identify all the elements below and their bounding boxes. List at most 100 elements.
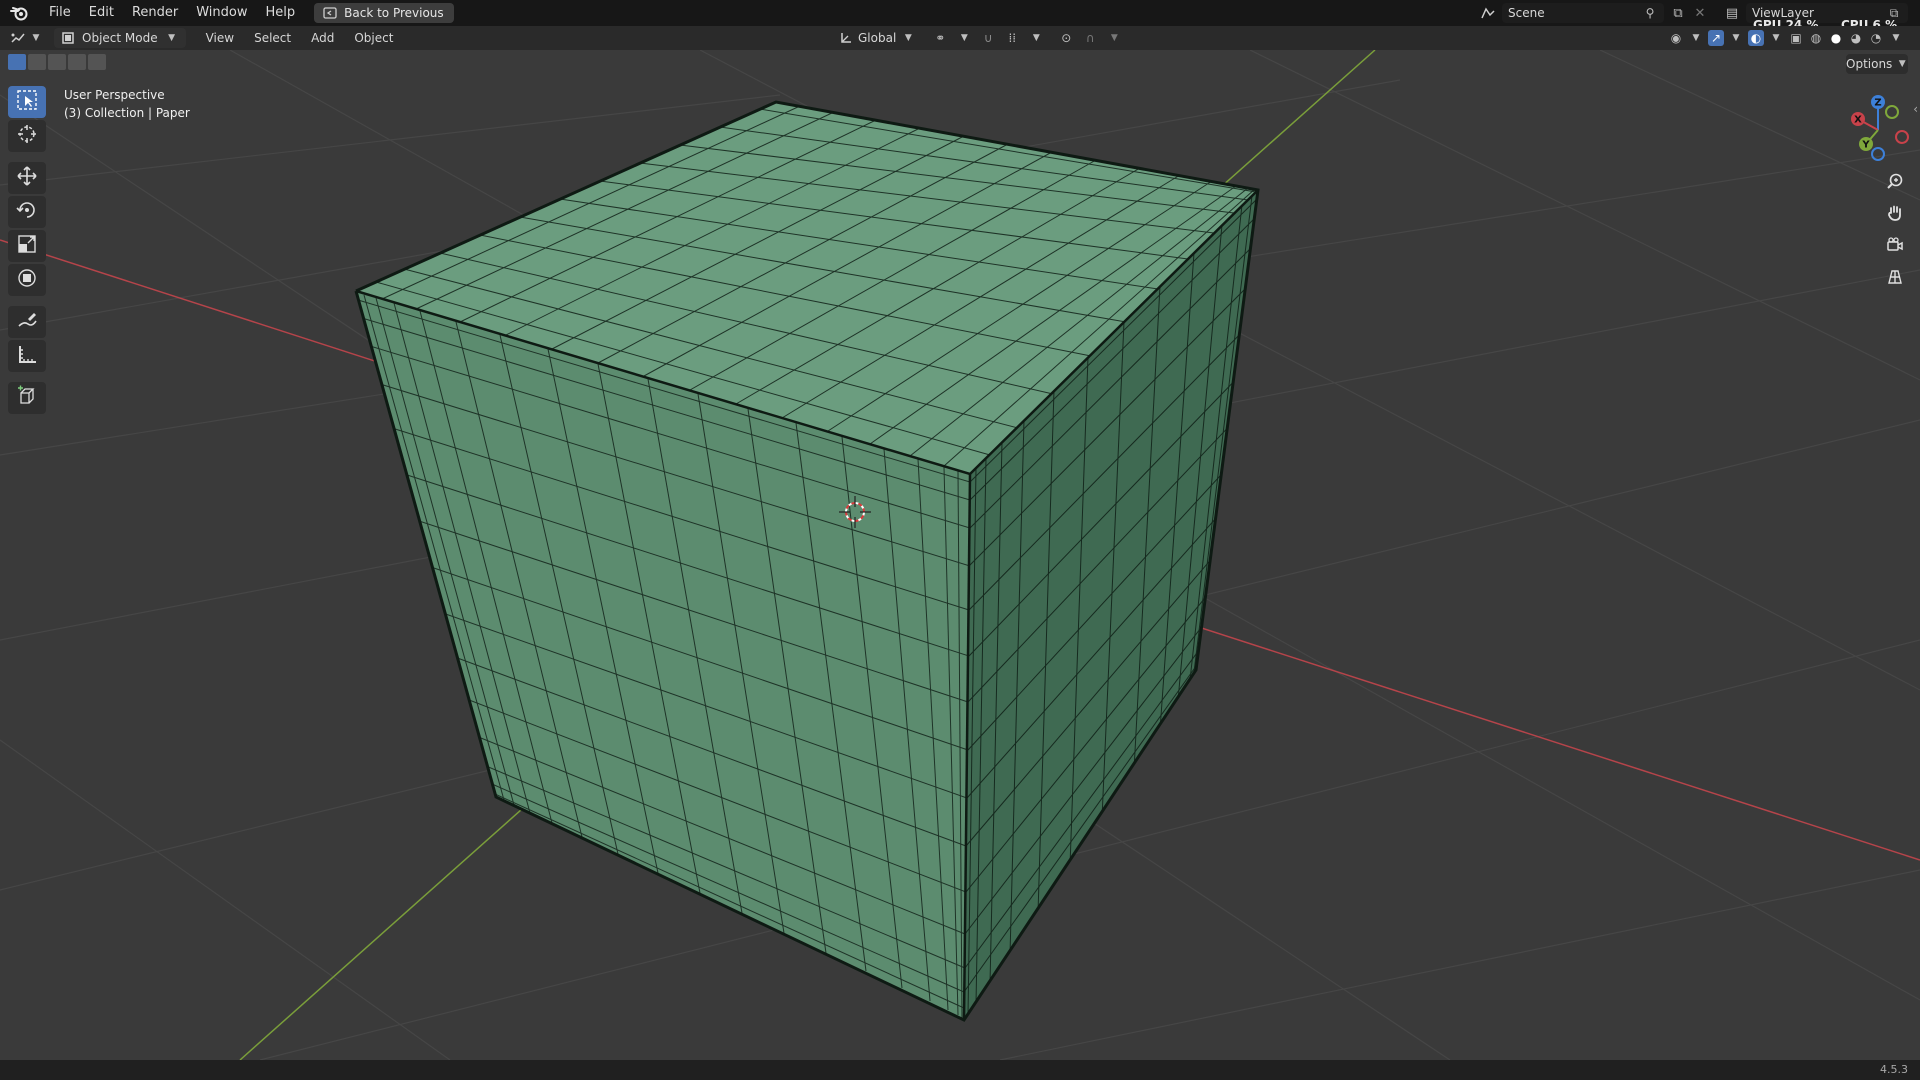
menu-render[interactable]: Render bbox=[123, 0, 187, 26]
x-axis-label: X bbox=[1854, 115, 1862, 126]
viewport-canvas bbox=[0, 50, 1920, 1060]
pivot-point-icon[interactable]: ⚭ bbox=[932, 30, 948, 46]
select-mode-extend-button[interactable] bbox=[28, 54, 46, 70]
selection-mode-buttons bbox=[8, 54, 106, 70]
3d-viewport[interactable] bbox=[0, 50, 1920, 1060]
solid-shading-icon[interactable]: ● bbox=[1828, 30, 1844, 46]
screen-back-icon bbox=[322, 5, 338, 21]
add-cube-icon bbox=[16, 385, 38, 411]
snap-magnet-icon[interactable]: ∪ bbox=[980, 30, 996, 46]
delete-scene-icon[interactable]: ✕ bbox=[1692, 5, 1708, 21]
measure-ruler-icon bbox=[16, 343, 38, 369]
menu-help[interactable]: Help bbox=[257, 0, 305, 26]
chevron-down-icon: ▼ bbox=[1772, 33, 1780, 43]
falloff-curve-icon[interactable]: ∩ bbox=[1082, 30, 1098, 46]
sidebar-expand-arrow-icon[interactable]: ‹ bbox=[1913, 102, 1918, 116]
chevron-down-icon: ▼ bbox=[1032, 33, 1040, 43]
header-menu-object[interactable]: Object bbox=[344, 31, 403, 45]
editor-type-selector[interactable]: ▼ bbox=[10, 30, 44, 46]
gizmo-toggle-icon[interactable]: ↗ bbox=[1708, 30, 1724, 46]
move-arrows-icon bbox=[16, 165, 38, 191]
pin-icon[interactable]: ⚲ bbox=[1642, 5, 1658, 21]
material-shading-icon[interactable]: ◕ bbox=[1848, 30, 1864, 46]
object-mode-icon bbox=[60, 30, 76, 46]
version-label: 4.5.3 bbox=[1880, 1063, 1908, 1076]
annotate-tool[interactable] bbox=[8, 306, 46, 338]
add-cube-tool[interactable] bbox=[8, 382, 46, 414]
select-mode-subtract-button[interactable] bbox=[48, 54, 66, 70]
transform-icon bbox=[16, 267, 38, 293]
transform-orientation-dropdown[interactable]: Global ▼ bbox=[838, 30, 916, 46]
cursor-tool[interactable] bbox=[8, 120, 46, 152]
chevron-down-icon: ▼ bbox=[168, 33, 176, 43]
pan-view-button[interactable] bbox=[1880, 202, 1910, 228]
menu-window[interactable]: Window bbox=[187, 0, 256, 26]
transform-tool[interactable] bbox=[8, 264, 46, 296]
new-scene-icon[interactable]: ⧉ bbox=[1670, 5, 1686, 21]
collection-info: (3) Collection | Paper bbox=[64, 106, 190, 120]
scale-tool[interactable] bbox=[8, 230, 46, 262]
visibility-eye-icon[interactable]: ◉ bbox=[1668, 30, 1684, 46]
viewport-header: ▼ Object Mode ▼ View Select Add Object G… bbox=[0, 26, 1920, 50]
chevron-down-icon: ▼ bbox=[1898, 59, 1906, 69]
scale-icon bbox=[16, 233, 38, 259]
chevron-down-icon: ▼ bbox=[960, 33, 968, 43]
blender-logo-icon[interactable] bbox=[8, 2, 30, 24]
menu-edit[interactable]: Edit bbox=[80, 0, 123, 26]
cursor-icon bbox=[16, 123, 38, 149]
scene-name: Scene bbox=[1508, 6, 1545, 20]
options-dropdown[interactable]: Options ▼ bbox=[1846, 54, 1908, 74]
y-axis-label: Y bbox=[1861, 140, 1870, 151]
status-bar: 4.5.3 bbox=[0, 1060, 1920, 1080]
editor-type-icon bbox=[10, 30, 26, 46]
viewport-info: User Perspective (3) Collection | Paper bbox=[64, 86, 190, 122]
wireframe-shading-icon[interactable]: ◍ bbox=[1808, 30, 1824, 46]
orientation-axes-icon bbox=[838, 30, 854, 46]
annotate-pencil-icon bbox=[16, 309, 38, 335]
zoom-view-button[interactable] bbox=[1880, 170, 1910, 196]
chevron-down-icon: ▼ bbox=[1892, 33, 1900, 43]
chevron-down-icon: ▼ bbox=[1110, 33, 1118, 43]
navigation-buttons bbox=[1880, 170, 1910, 292]
hand-icon bbox=[1886, 204, 1904, 226]
neg-x-axis-handle[interactable] bbox=[1895, 130, 1909, 144]
viewlayer-browse-icon[interactable]: ▤ bbox=[1724, 5, 1740, 21]
zoom-magnifier-icon bbox=[1886, 172, 1904, 194]
transform-orientation-label: Global bbox=[858, 31, 897, 45]
select-box-tool[interactable] bbox=[8, 86, 46, 118]
header-menu-select[interactable]: Select bbox=[244, 31, 301, 45]
perspective-grid-icon bbox=[1886, 268, 1904, 290]
xray-toggle-icon[interactable]: ▣ bbox=[1788, 30, 1804, 46]
neg-y-axis-handle[interactable] bbox=[1885, 105, 1899, 119]
select-mode-set-button[interactable] bbox=[8, 54, 26, 70]
object-mode-dropdown[interactable]: Object Mode ▼ bbox=[54, 28, 186, 48]
back-to-previous-label: Back to Previous bbox=[344, 6, 444, 20]
select-mode-invert-button[interactable] bbox=[68, 54, 86, 70]
select-mode-intersect-button[interactable] bbox=[88, 54, 106, 70]
view-name: User Perspective bbox=[64, 88, 165, 102]
rendered-shading-icon[interactable]: ◔ bbox=[1868, 30, 1884, 46]
proportional-editing-icon[interactable]: ⊙ bbox=[1058, 30, 1074, 46]
chevron-down-icon: ▼ bbox=[904, 33, 912, 43]
options-label: Options bbox=[1846, 57, 1893, 71]
chevron-down-icon: ▼ bbox=[1732, 33, 1740, 43]
camera-view-button[interactable] bbox=[1880, 234, 1910, 260]
move-tool[interactable] bbox=[8, 162, 46, 194]
rotate-icon bbox=[16, 199, 38, 225]
snap-grid-icon[interactable]: ⁞⁞ bbox=[1004, 30, 1020, 46]
scene-selector[interactable]: Scene ⚲ bbox=[1502, 3, 1664, 23]
overlays-toggle-icon[interactable]: ◐ bbox=[1748, 30, 1764, 46]
header-menu-add[interactable]: Add bbox=[301, 31, 344, 45]
rotate-tool[interactable] bbox=[8, 196, 46, 228]
z-axis-label: Z bbox=[1874, 98, 1881, 109]
header-menu-view[interactable]: View bbox=[196, 31, 244, 45]
navigation-gizmo[interactable]: Z X Y bbox=[1840, 90, 1910, 170]
back-to-previous-button[interactable]: Back to Previous bbox=[314, 3, 454, 23]
measure-tool[interactable] bbox=[8, 340, 46, 372]
menu-file[interactable]: File bbox=[40, 0, 80, 26]
chevron-down-icon: ▼ bbox=[32, 33, 40, 43]
scene-browse-icon[interactable] bbox=[1480, 5, 1496, 21]
chevron-down-icon: ▼ bbox=[1692, 33, 1700, 43]
neg-z-axis-handle[interactable] bbox=[1871, 147, 1885, 161]
toggle-perspective-button[interactable] bbox=[1880, 266, 1910, 292]
